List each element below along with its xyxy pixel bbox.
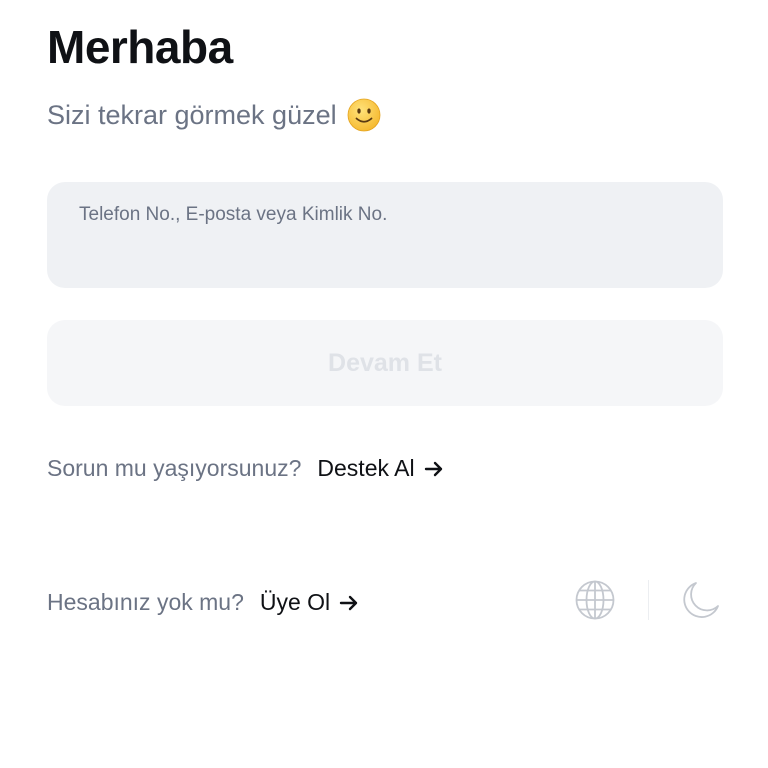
- footer-icon-group: [573, 578, 723, 622]
- subtitle-text: Sizi tekrar görmek güzel: [47, 99, 337, 130]
- signup-link[interactable]: Üye Ol: [260, 589, 360, 616]
- continue-button[interactable]: Devam Et: [47, 320, 723, 406]
- signup-question: Hesabınız yok mu?: [47, 589, 244, 615]
- theme-toggle-button[interactable]: [679, 578, 723, 622]
- signup-label: Üye Ol: [259, 589, 331, 615]
- smile-emoji-icon: [347, 98, 381, 132]
- arrow-right-icon: [424, 461, 442, 476]
- support-row: Sorun mu yaşıyorsunuz? Destek Al: [47, 455, 445, 482]
- page-title: Merhaba: [47, 21, 233, 73]
- language-button[interactable]: [573, 578, 617, 622]
- login-page: Merhaba Sizi tekrar görmek güzel Devam E…: [47, 0, 723, 768]
- support-question: Sorun mu yaşıyorsunuz?: [47, 455, 302, 481]
- arrow-right-icon: [339, 595, 358, 610]
- moon-icon: [683, 582, 719, 618]
- page-subtitle: Sizi tekrar görmek güzel: [47, 98, 381, 132]
- continue-button-label: Devam Et: [328, 348, 442, 377]
- get-support-link[interactable]: Destek Al: [317, 455, 444, 482]
- icon-divider: [648, 580, 649, 620]
- identifier-field-container[interactable]: [47, 182, 723, 288]
- get-support-label: Destek Al: [317, 455, 415, 481]
- identifier-input[interactable]: [47, 182, 723, 226]
- globe-icon: [575, 580, 615, 620]
- signup-row: Hesabınız yok mu? Üye Ol: [47, 589, 360, 616]
